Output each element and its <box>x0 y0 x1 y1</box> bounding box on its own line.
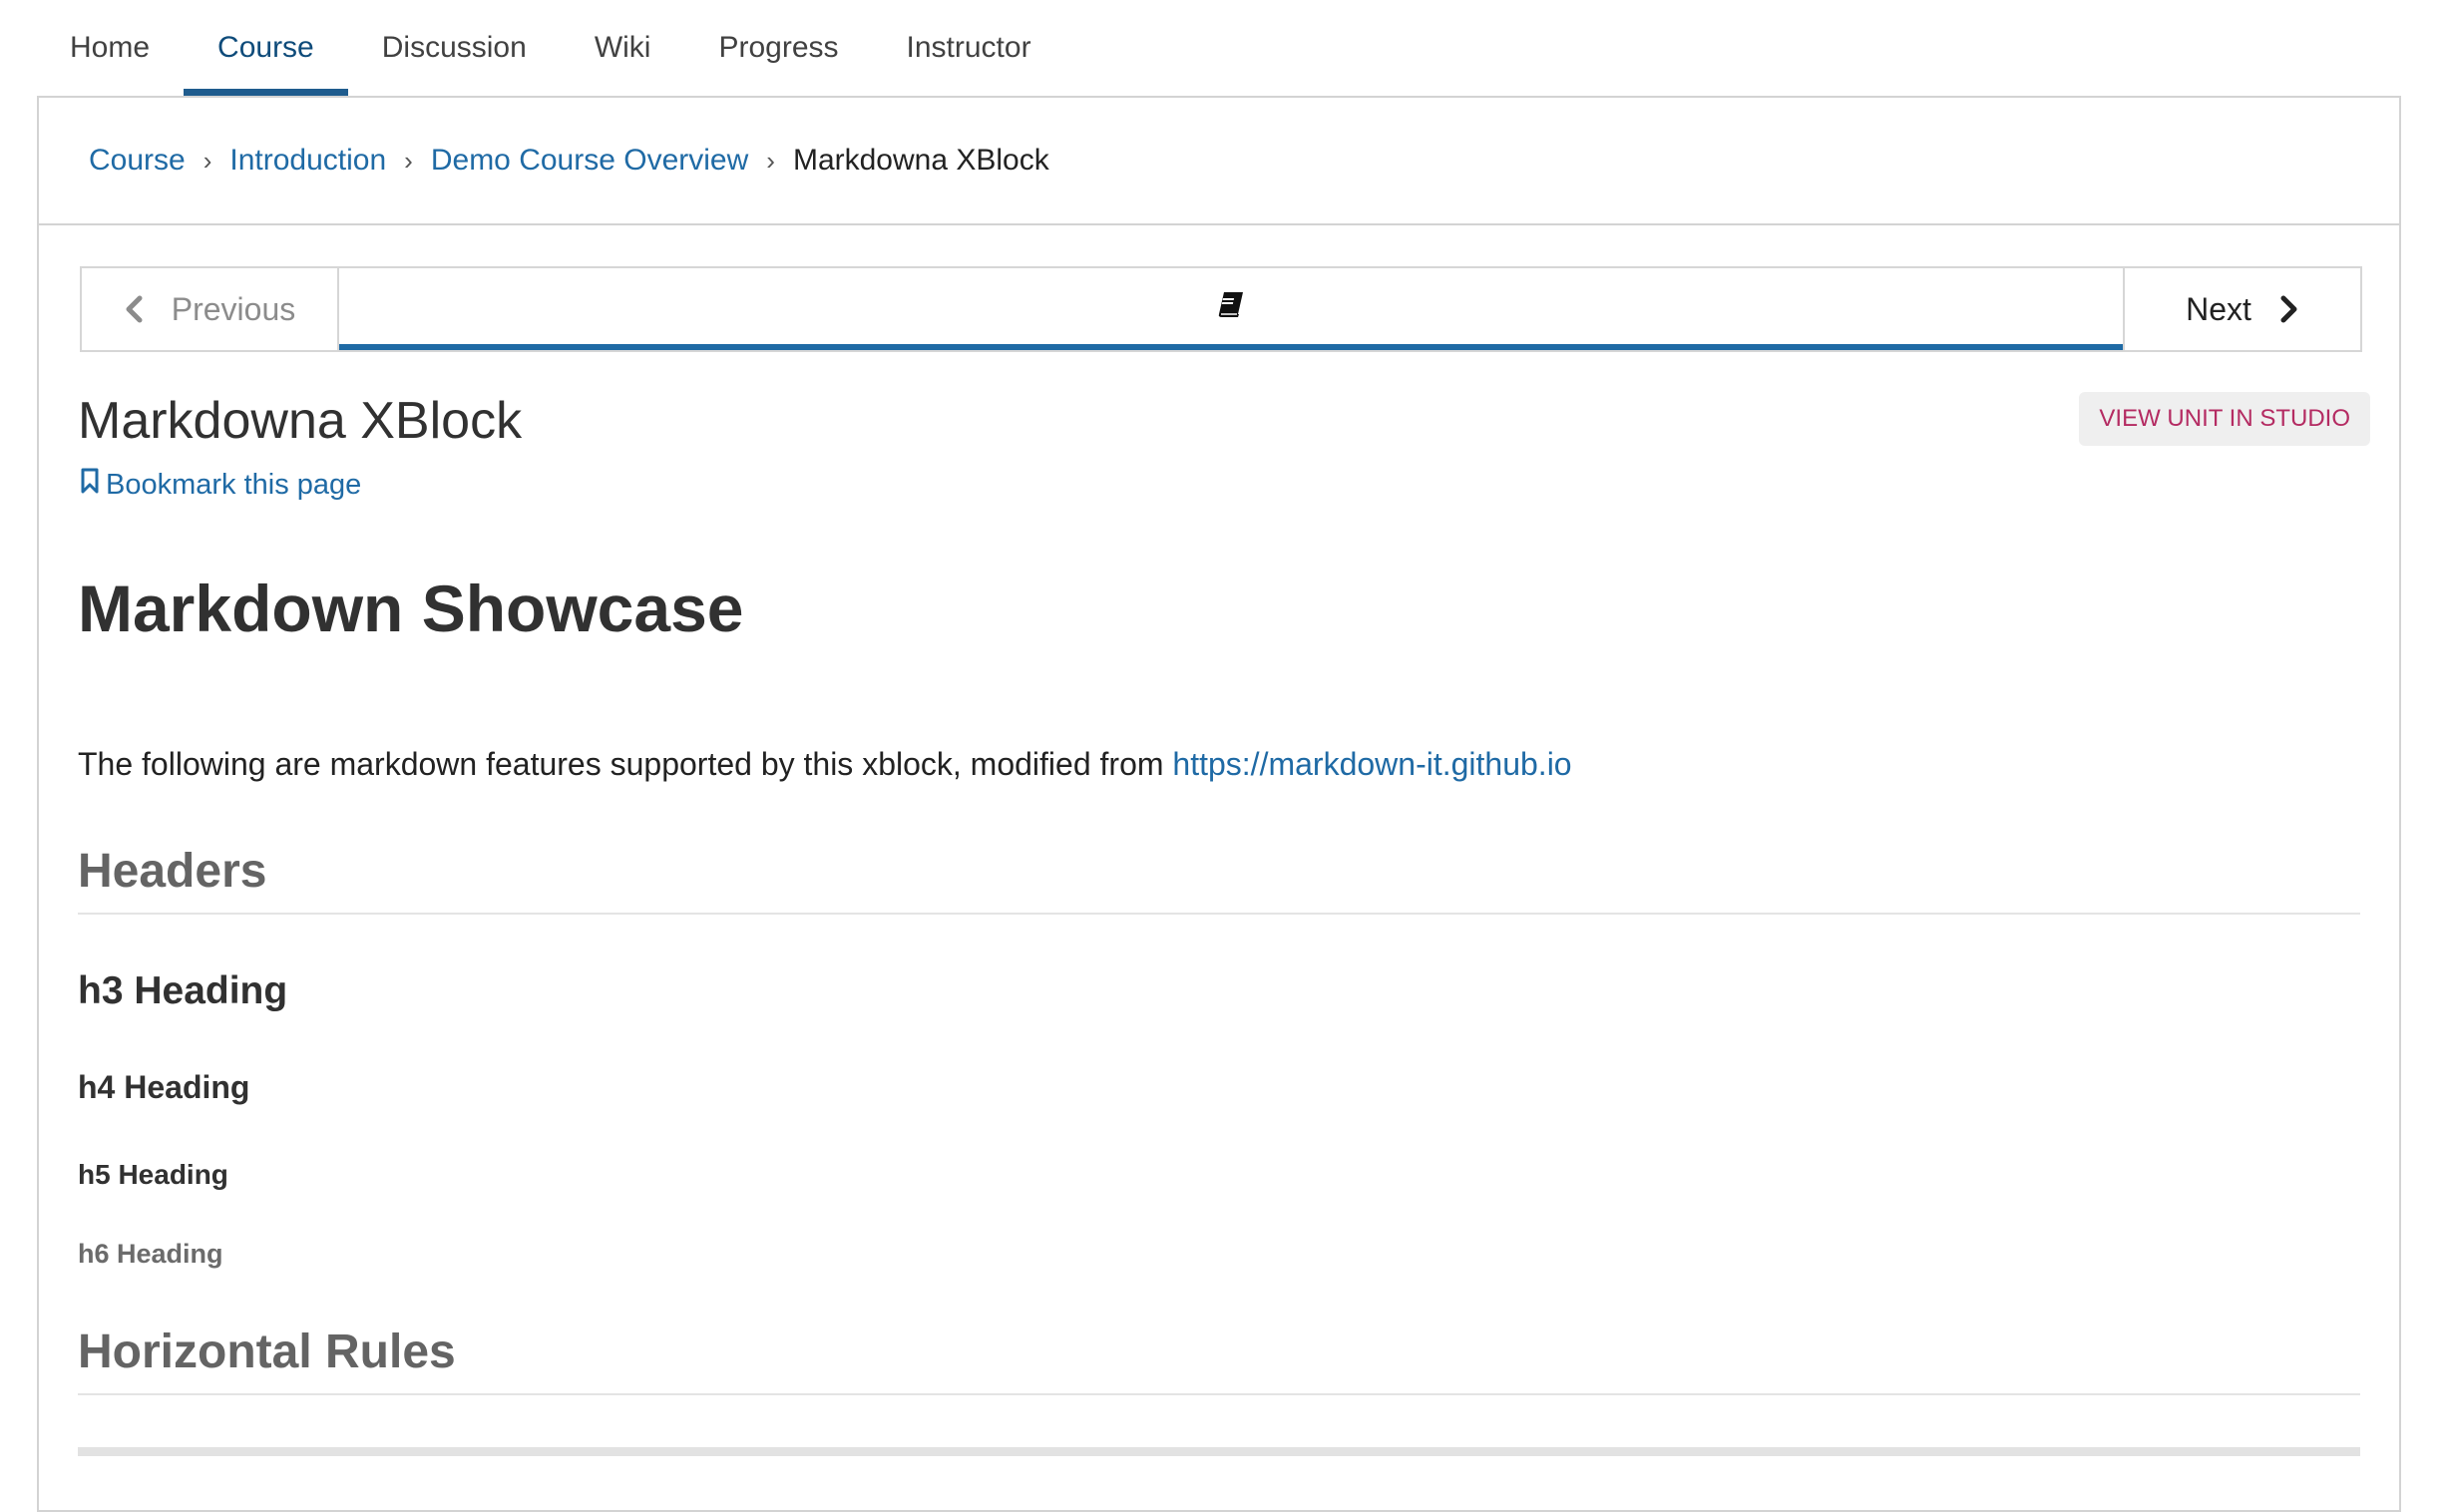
next-label: Next <box>2186 290 2251 327</box>
chevron-right-icon: › <box>203 145 212 176</box>
course-tabs: Home Course Discussion Wiki Progress Ins… <box>36 0 1065 96</box>
view-unit-in-studio-button[interactable]: VIEW UNIT IN STUDIO <box>2079 392 2370 446</box>
markdown-title: Markdown Showcase <box>78 571 744 645</box>
tab-wiki[interactable]: Wiki <box>561 0 685 96</box>
intro-text: The following are markdown features supp… <box>78 746 1173 782</box>
unit-title: Markdowna XBlock <box>78 392 523 450</box>
course-content-container: Course › Introduction › Demo Course Over… <box>37 96 2401 1512</box>
tab-discussion[interactable]: Discussion <box>348 0 561 96</box>
tab-home[interactable]: Home <box>36 0 184 96</box>
breadcrumb-course[interactable]: Course <box>89 144 186 178</box>
breadcrumb-demo-course-overview[interactable]: Demo Course Overview <box>431 144 748 178</box>
unit-tab-active[interactable] <box>339 268 2123 350</box>
bookmark-button[interactable]: Bookmark this page <box>80 467 361 503</box>
previous-button[interactable]: Previous <box>82 268 339 350</box>
section-heading-horizontal-rules: Horizontal Rules <box>78 1324 2360 1395</box>
horizontal-rule <box>78 1447 2360 1456</box>
breadcrumb-current: Markdowna XBlock <box>792 144 1049 177</box>
bookmark-label: Bookmark this page <box>106 468 362 501</box>
intro-paragraph: The following are markdown features supp… <box>78 746 2360 783</box>
chevron-right-icon: › <box>766 145 775 176</box>
h5-heading: h5 Heading <box>78 1159 228 1190</box>
tab-progress[interactable]: Progress <box>684 0 872 96</box>
chevron-left-icon <box>124 294 146 324</box>
previous-label: Previous <box>171 290 296 327</box>
breadcrumb-introduction[interactable]: Introduction <box>229 144 386 178</box>
tab-instructor[interactable]: Instructor <box>873 0 1065 96</box>
bookmark-icon <box>80 467 106 503</box>
sequence-nav: Previous Next <box>80 266 2362 352</box>
h6-heading: h6 Heading <box>78 1239 223 1269</box>
chevron-right-icon: › <box>404 145 413 176</box>
book-icon <box>1216 289 1246 324</box>
section-heading-headers: Headers <box>78 844 2360 915</box>
markdown-it-link[interactable]: https://markdown-it.github.io <box>1172 746 1571 782</box>
tab-course[interactable]: Course <box>184 0 348 96</box>
chevron-right-icon <box>2277 294 2299 324</box>
next-button[interactable]: Next <box>2123 268 2360 350</box>
h3-heading: h3 Heading <box>78 969 288 1012</box>
h4-heading: h4 Heading <box>78 1069 250 1105</box>
breadcrumb: Course › Introduction › Demo Course Over… <box>39 98 2399 225</box>
